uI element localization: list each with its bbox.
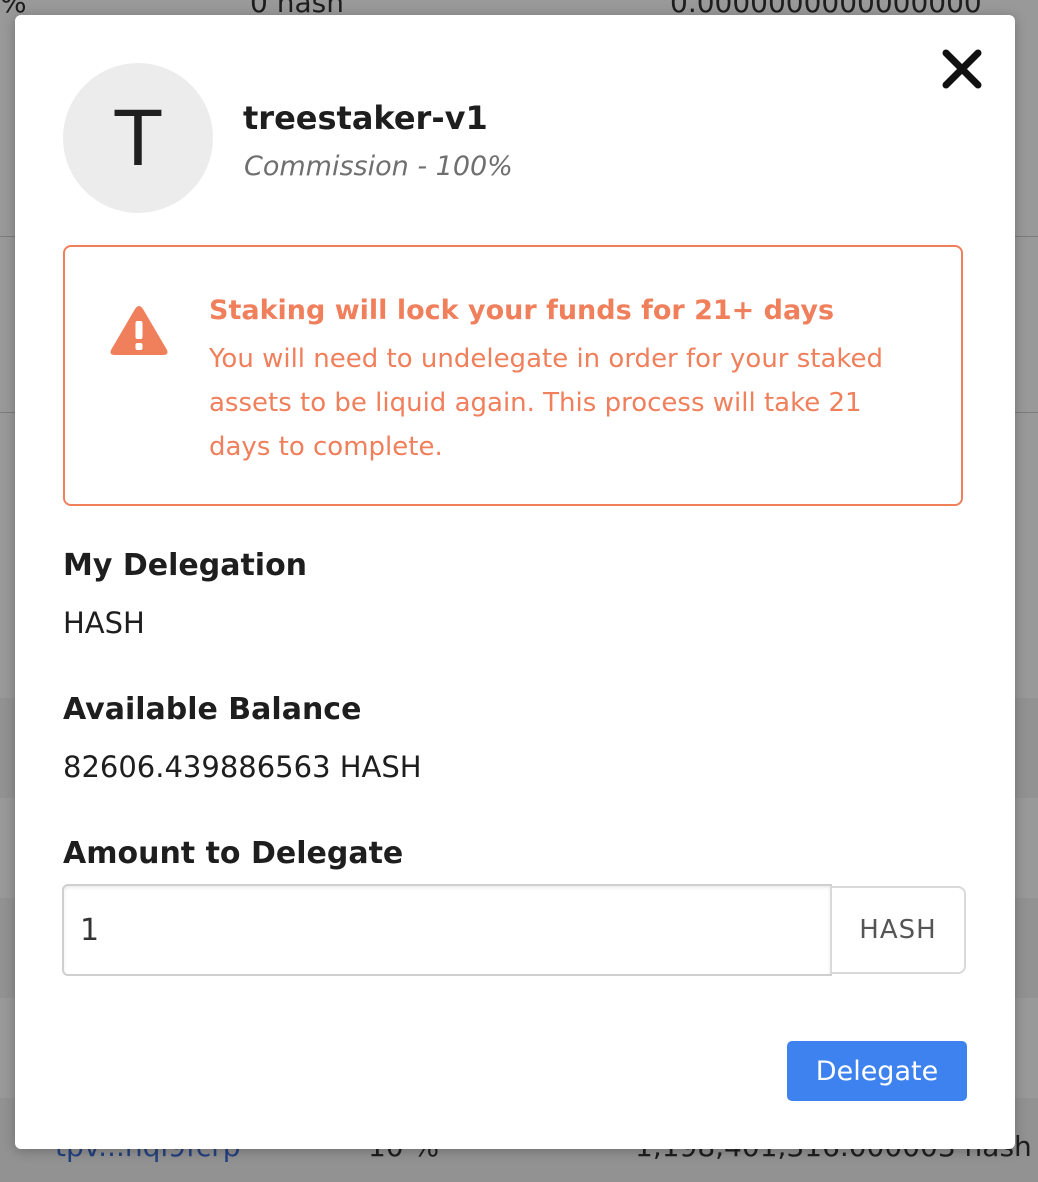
available-balance-value: 82606.439886563 HASH: [63, 750, 422, 784]
delegate-button[interactable]: Delegate: [787, 1041, 967, 1101]
amount-to-delegate-label: Amount to Delegate: [63, 836, 404, 871]
warning-triangle-icon: [109, 305, 169, 357]
warning-title: Staking will lock your funds for 21+ day…: [209, 295, 835, 326]
close-icon[interactable]: [940, 49, 984, 89]
validator-avatar: T: [63, 63, 213, 213]
amount-unit-addon: HASH: [830, 886, 966, 974]
amount-input-group: HASH: [62, 884, 966, 976]
warning-message: You will need to undelegate in order for…: [209, 344, 884, 462]
staking-warning-box: Staking will lock your funds for 21+ day…: [63, 245, 963, 506]
amount-input[interactable]: [62, 884, 832, 976]
delegate-modal: T treestaker-v1 Commission - 100% Stakin…: [15, 15, 1015, 1149]
my-delegation-value: HASH: [63, 606, 145, 640]
validator-name: treestaker-v1: [243, 99, 488, 137]
available-balance-label: Available Balance: [63, 692, 362, 727]
validator-commission: Commission - 100%: [244, 151, 513, 182]
my-delegation-label: My Delegation: [63, 548, 308, 583]
